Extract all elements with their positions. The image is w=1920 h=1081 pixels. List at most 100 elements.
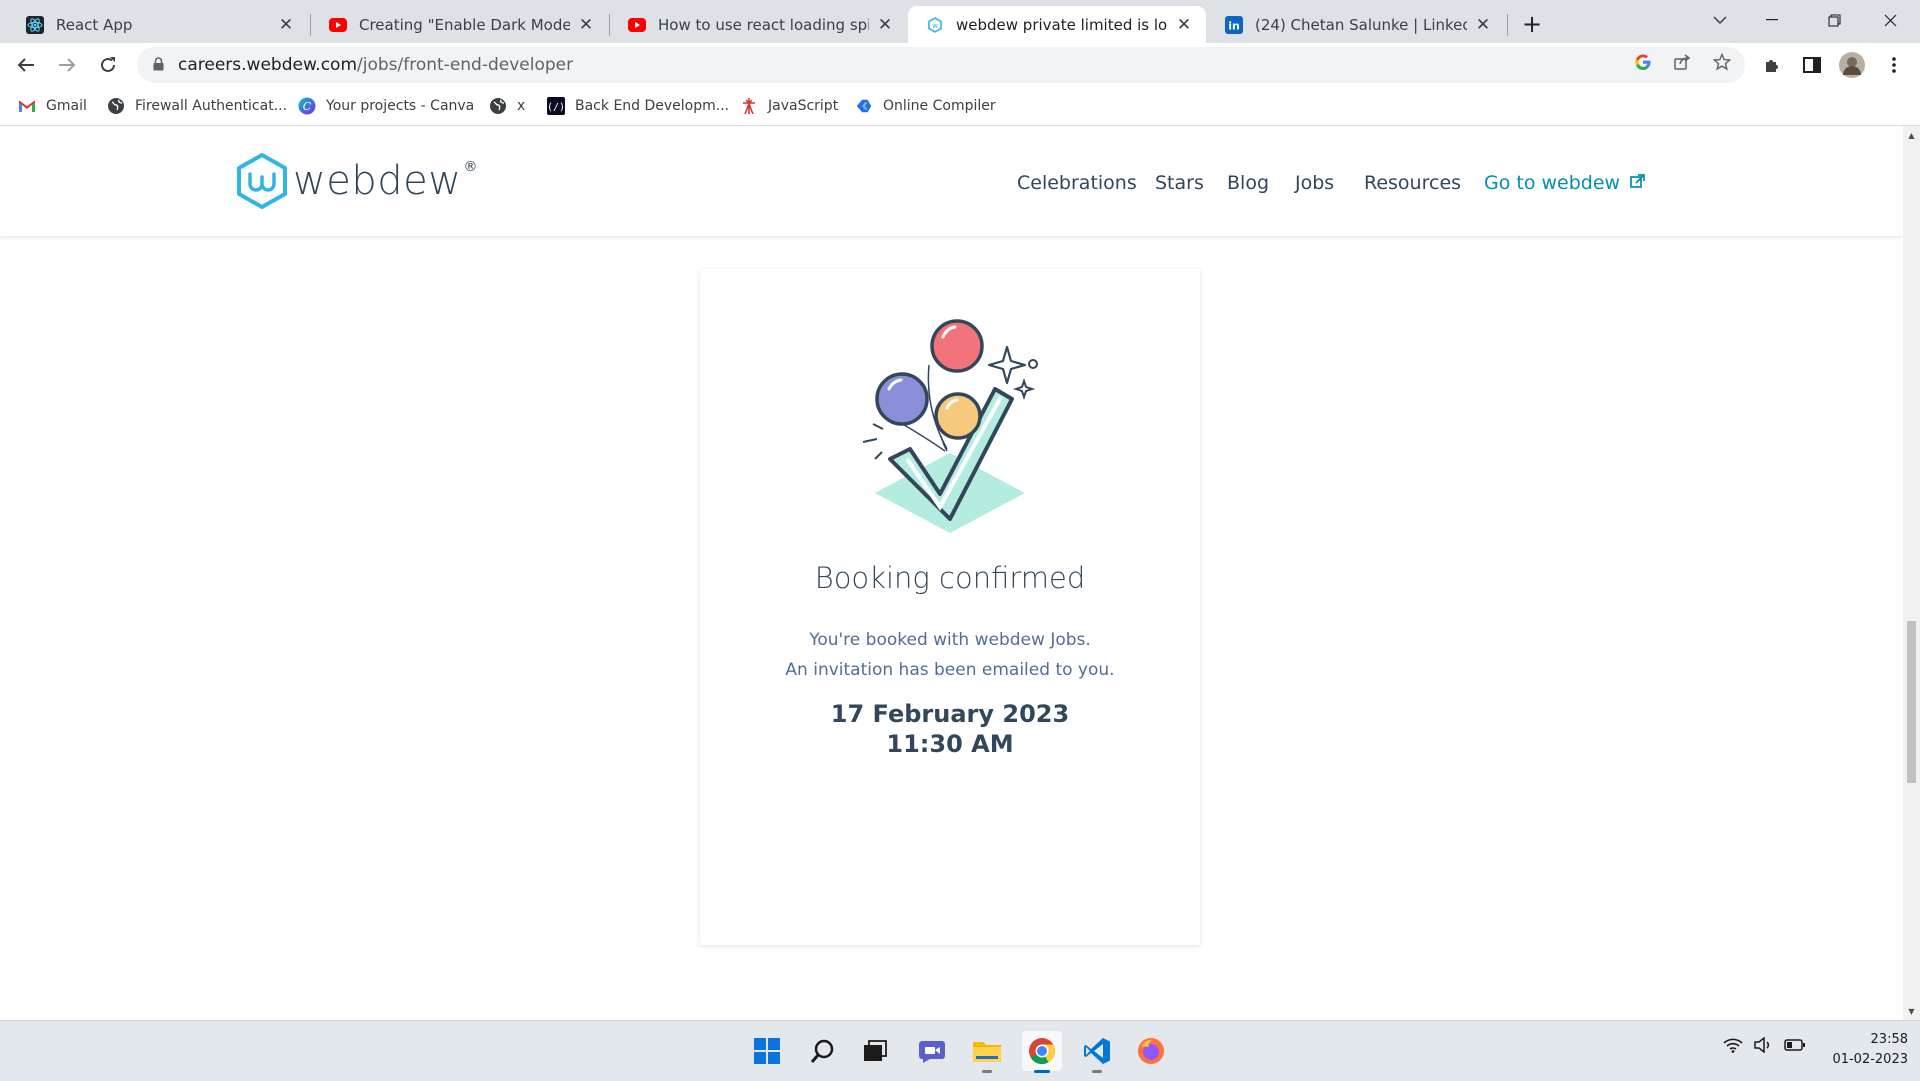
bookmark-x[interactable]: x	[489, 95, 525, 117]
chat-icon[interactable]	[912, 1031, 952, 1071]
new-tab-button[interactable]: +	[1504, 4, 1560, 44]
globe-icon	[489, 97, 507, 115]
bookmark-label: Your projects - Canva	[326, 98, 475, 114]
close-tab-icon[interactable]: ✕	[576, 15, 596, 35]
share-icon[interactable]	[1671, 51, 1693, 73]
nav-stars[interactable]: Stars	[1155, 172, 1204, 194]
address-bar[interactable]: careers.webdew.com/jobs/front-end-develo…	[137, 47, 1745, 83]
webdew-logo[interactable]: webdew ®	[235, 152, 477, 210]
bookmark-label: Back End Developm...	[575, 98, 730, 114]
svg-text:in: in	[1228, 19, 1240, 32]
url-path: /jobs/front-end-developer	[357, 55, 574, 75]
registered-mark: ®	[463, 159, 478, 175]
forward-arrow-icon	[59, 58, 76, 72]
page-viewport: webdew ® Celebrations Stars Blog Jobs Re…	[0, 126, 1903, 1020]
globe-icon	[107, 97, 125, 115]
tab-title: (24) Chetan Salunke | LinkedIn	[1255, 15, 1467, 34]
freecodecamp-icon: (/)	[547, 97, 565, 115]
back-button[interactable]	[10, 49, 42, 81]
nav-blog[interactable]: Blog	[1227, 172, 1269, 194]
bookmark-backend[interactable]: (/) Back End Developm...	[547, 95, 729, 117]
balloons-checkmark-illustration	[862, 319, 1038, 533]
nav-jobs[interactable]: Jobs	[1295, 172, 1334, 194]
kebab-menu-icon[interactable]	[1882, 53, 1906, 77]
search-icon[interactable]	[803, 1031, 843, 1071]
browser-toolbar: careers.webdew.com/jobs/front-end-develo…	[0, 43, 1920, 87]
extensions-puzzle-icon[interactable]	[1760, 53, 1784, 77]
webdew-hexagon-icon	[237, 153, 287, 209]
bookmark-label: x	[517, 98, 526, 114]
javascript-icon	[740, 97, 758, 115]
bookmark-online-compiler[interactable]: Online Compiler	[855, 95, 996, 117]
booking-subtext-2: An invitation has been emailed to you.	[785, 660, 1115, 680]
taskbar-clock[interactable]: 23:58 01-02-2023	[1818, 1030, 1908, 1070]
booking-confirmation-card: Booking confirmed You're booked with web…	[700, 269, 1200, 945]
task-view-icon[interactable]	[855, 1031, 895, 1071]
clock-date: 01-02-2023	[1832, 1052, 1908, 1067]
close-tab-icon[interactable]: ✕	[875, 15, 895, 35]
canva-icon: C	[298, 97, 316, 115]
forward-button[interactable]	[51, 49, 83, 81]
tab-title: Creating "Enable Dark Mode" But	[359, 15, 570, 34]
tab-react-spinner[interactable]: How to use react loading spinner ✕	[610, 6, 907, 43]
webdew-icon: w	[926, 16, 944, 34]
lock-icon[interactable]	[153, 56, 164, 75]
tab-strip: React App ✕ Creating "Enable Dark Mode" …	[0, 0, 1920, 43]
volume-icon[interactable]	[1753, 1036, 1773, 1057]
windows-taskbar: 23:58 01-02-2023	[0, 1020, 1920, 1081]
wifi-icon[interactable]	[1723, 1037, 1743, 1057]
close-tab-icon[interactable]: ✕	[1174, 15, 1194, 35]
restore-button[interactable]	[1806, 0, 1862, 40]
site-header: webdew ® Celebrations Stars Blog Jobs Re…	[0, 126, 1903, 236]
booking-confirmed-heading: Booking confirmed	[814, 561, 1086, 595]
firefox-icon[interactable]	[1131, 1031, 1171, 1071]
gmail-icon	[18, 97, 36, 115]
profile-avatar[interactable]	[1839, 52, 1865, 78]
scroll-up-arrow-icon[interactable]: ▲	[1903, 128, 1920, 142]
react-icon	[26, 15, 44, 34]
booking-date: 17 February 2023	[830, 700, 1070, 728]
compiler-icon	[855, 97, 873, 115]
windows-start-icon[interactable]	[747, 1031, 787, 1071]
bookmarks-bar: Gmail Firewall Authenticat... C Your pro…	[0, 87, 1920, 126]
battery-icon[interactable]	[1784, 1037, 1806, 1057]
nav-resources[interactable]: Resources	[1364, 172, 1461, 194]
bookmark-gmail[interactable]: Gmail	[18, 95, 87, 117]
close-window-button[interactable]	[1862, 0, 1918, 40]
scrollbar-thumb[interactable]	[1907, 621, 1916, 783]
logo-wordmark: webdew	[293, 158, 462, 204]
file-explorer-icon[interactable]	[967, 1031, 1007, 1073]
bookmark-canva[interactable]: C Your projects - Canva	[298, 95, 474, 117]
minimize-button[interactable]	[1744, 0, 1800, 40]
tab-dark-mode[interactable]: Creating "Enable Dark Mode" But ✕	[311, 6, 608, 43]
nav-go-to-webdew[interactable]: Go to webdew	[1484, 172, 1645, 194]
nav-celebrations[interactable]: Celebrations	[1017, 172, 1137, 194]
bookmark-star-icon[interactable]	[1711, 51, 1733, 73]
vscode-icon[interactable]	[1077, 1031, 1117, 1073]
back-arrow-icon	[17, 58, 34, 72]
google-lens-icon[interactable]	[1632, 51, 1654, 73]
booking-subtext-1: You're booked with webdew Jobs.	[809, 630, 1091, 650]
bookmark-javascript[interactable]: JavaScript	[740, 95, 838, 117]
tab-search-chevron-icon[interactable]	[1692, 0, 1748, 40]
close-tab-icon[interactable]: ✕	[276, 15, 296, 35]
url-text: careers.webdew.com/jobs/front-end-develo…	[178, 55, 573, 75]
reload-icon	[101, 57, 115, 72]
external-link-icon	[1630, 174, 1645, 188]
close-tab-icon[interactable]: ✕	[1473, 15, 1493, 35]
booking-time: 11:30 AM	[886, 730, 1014, 758]
tab-react-app[interactable]: React App ✕	[8, 6, 308, 43]
reload-button[interactable]	[92, 49, 124, 81]
bookmark-firewall[interactable]: Firewall Authenticat...	[107, 95, 287, 117]
svg-text:(/): (/)	[547, 102, 565, 113]
tab-webdew[interactable]: w webdew private limited is looking ✕	[908, 6, 1206, 43]
scroll-down-arrow-icon[interactable]: ▼	[1903, 1004, 1920, 1018]
side-panel-icon[interactable]	[1800, 53, 1824, 77]
page-scrollbar[interactable]: ▲ ▼	[1903, 126, 1920, 1020]
tab-linkedin[interactable]: in (24) Chetan Salunke | LinkedIn ✕	[1207, 6, 1505, 43]
bookmark-label: Firewall Authenticat...	[135, 98, 288, 114]
running-indicator	[1034, 1070, 1050, 1073]
clock-time: 23:58	[1870, 1032, 1908, 1047]
bookmark-label: Gmail	[46, 98, 87, 114]
chrome-icon[interactable]	[1022, 1031, 1062, 1073]
